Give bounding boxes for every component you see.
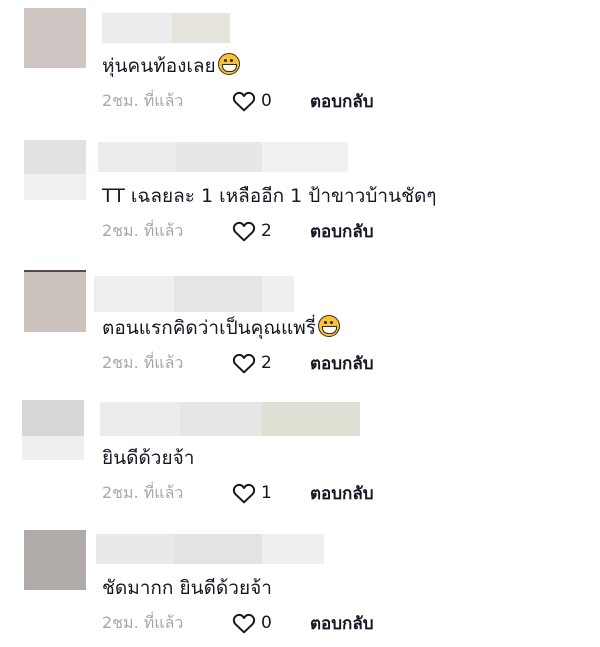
comment-timestamp: 2ชม. ที่แล้ว [102,90,184,110]
comment-text: หุ่นคนท้องเลย [102,51,240,81]
comment-meta: 2ชม. ที่แล้ว 2 ตอบกลับ [102,219,374,243]
grinning-face-emoji [217,53,240,75]
reply-button[interactable]: ตอบกลับ [310,218,374,245]
like-button[interactable]: 0 [232,612,310,634]
comment-text-content: ชัดมากก ยินดีด้วยจ้า [102,577,272,599]
like-count: 2 [261,221,272,241]
reply-button[interactable]: ตอบกลับ [310,350,374,377]
like-count: 0 [261,91,272,111]
like-button[interactable]: 1 [232,482,310,504]
comment-timestamp: 2ชม. ที่แล้ว [102,220,184,240]
comment-meta: 2ชม. ที่แล้ว 1 ตอบกลับ [102,481,374,505]
avatar[interactable] [24,8,86,68]
heart-outline-icon [232,221,256,242]
username-blurred[interactable] [102,13,230,43]
comment-item: ตอนแรกคิดว่าเป็นคุณแพรี่ 2ชม. ที่แล้ว 2 … [0,262,600,382]
comment-text-content: TT เฉลยละ 1 เหลืออีก 1 ป้าขาวบ้านชัดๆ [102,185,437,207]
heart-outline-icon [232,91,256,112]
avatar[interactable] [22,400,84,460]
comment-item: หุ่นคนท้องเลย 2ชม. ที่แล้ว 0 ตอบกลับ [0,0,600,120]
comment-item: ยินดีด้วยจ้า 2ชม. ที่แล้ว 1 ตอบกลับ [0,392,600,512]
comment-item: ชัดมากก ยินดีด้วยจ้า 2ชม. ที่แล้ว 0 ตอบก… [0,522,600,642]
avatar[interactable] [24,140,86,200]
like-count: 1 [261,483,272,503]
comment-timestamp: 2ชม. ที่แล้ว [102,352,184,372]
heart-outline-icon [232,483,256,504]
comment-meta: 2ชม. ที่แล้ว 2 ตอบกลับ [102,351,374,375]
comment-timestamp: 2ชม. ที่แล้ว [102,612,184,632]
comment-item: TT เฉลยละ 1 เหลืออีก 1 ป้าขาวบ้านชัดๆ 2ช… [0,130,600,250]
like-count: 0 [261,613,272,633]
avatar[interactable] [24,270,86,332]
like-button[interactable]: 0 [232,90,310,112]
heart-outline-icon [232,613,256,634]
comment-text-content: ตอนแรกคิดว่าเป็นคุณแพรี่ [102,317,316,339]
reply-button[interactable]: ตอบกลับ [310,480,374,507]
username-blurred[interactable] [96,534,324,564]
comment-text: ยินดีด้วยจ้า [102,443,194,473]
grinning-face-emoji [317,315,340,337]
like-button[interactable]: 2 [232,220,310,242]
comment-text-content: ยินดีด้วยจ้า [102,447,195,469]
comment-meta: 2ชม. ที่แล้ว 0 ตอบกลับ [102,611,374,635]
comment-text-content: หุ่นคนท้องเลย [102,55,216,77]
username-blurred[interactable] [98,142,348,172]
heart-outline-icon [232,353,256,374]
avatar[interactable] [24,530,86,590]
like-count: 2 [261,353,272,373]
reply-button[interactable]: ตอบกลับ [310,610,374,637]
comment-text: ตอนแรกคิดว่าเป็นคุณแพรี่ [102,313,340,343]
comment-text: ชัดมากก ยินดีด้วยจ้า [102,573,272,603]
comment-text: TT เฉลยละ 1 เหลืออีก 1 ป้าขาวบ้านชัดๆ [102,181,437,211]
reply-button[interactable]: ตอบกลับ [310,88,374,115]
comment-timestamp: 2ชม. ที่แล้ว [102,482,184,502]
comment-meta: 2ชม. ที่แล้ว 0 ตอบกลับ [102,89,374,113]
like-button[interactable]: 2 [232,352,310,374]
username-blurred[interactable] [94,276,294,312]
username-blurred[interactable] [100,402,360,436]
